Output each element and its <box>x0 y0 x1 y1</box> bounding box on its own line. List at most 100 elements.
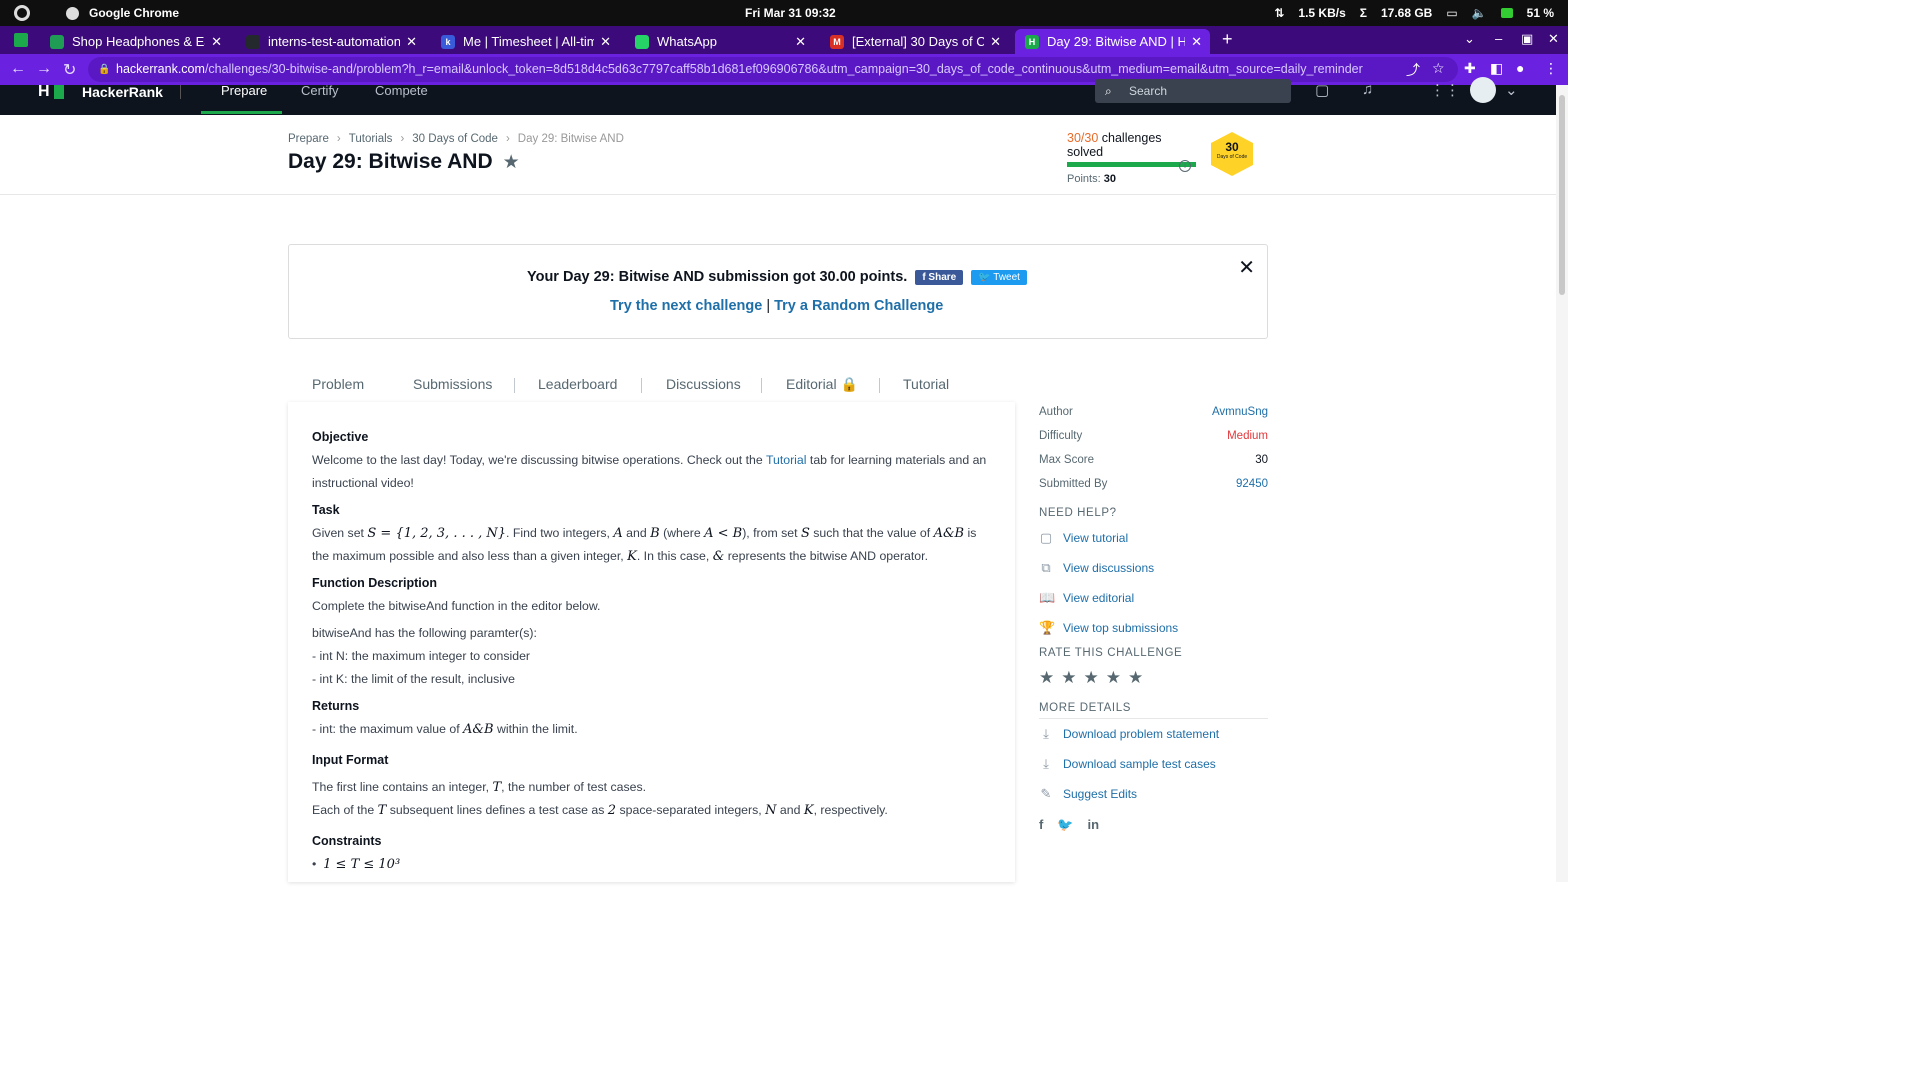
tab-close-icon[interactable]: ✕ <box>211 34 222 50</box>
input-2a: Each of the <box>312 803 378 817</box>
banner-links: Try the next challenge | Try a Random Chal… <box>610 298 943 314</box>
points-value: 30 <box>1103 173 1116 185</box>
messages-icon[interactable]: ▢ <box>1315 81 1329 99</box>
next-challenge-link[interactable]: Try the next challenge <box>610 298 762 314</box>
facebook-share-button[interactable]: f Share <box>915 269 964 285</box>
info-icon[interactable]: i <box>1179 160 1191 172</box>
breadcrumb-tutorials[interactable]: Tutorials <box>349 133 393 145</box>
notifications-icon[interactable]: ♫ <box>1362 81 1373 98</box>
view-editorial-link[interactable]: 📖 View editorial <box>1039 583 1268 613</box>
browser-tab[interactable]: k Me | Timesheet | All-times ✕ <box>431 29 619 54</box>
scrollbar-thumb[interactable] <box>1559 95 1565 295</box>
browser-tab[interactable]: WhatsApp ✕ <box>625 29 814 54</box>
apps-grid-icon[interactable]: ⋮⋮ <box>1430 81 1460 99</box>
tab-discussions[interactable]: Discussions <box>666 376 741 392</box>
tab-close-icon[interactable]: ✕ <box>600 34 611 50</box>
back-icon[interactable]: ← <box>10 60 26 78</box>
star-icon[interactable]: ★ <box>1128 668 1143 688</box>
tab-close-icon[interactable]: ✕ <box>1191 34 1202 50</box>
sheets-pinned-icon[interactable] <box>14 33 28 47</box>
tab-close-icon[interactable]: ✕ <box>990 34 1001 50</box>
breadcrumb-prepare[interactable]: Prepare <box>288 133 329 145</box>
menu-icon[interactable]: ⋮ <box>1544 60 1558 77</box>
browser-tab[interactable]: Shop Headphones & Earb ✕ <box>40 29 230 54</box>
maximize-button[interactable]: ▣ <box>1521 31 1533 47</box>
reload-icon[interactable]: ↻ <box>63 60 76 80</box>
activities-icon[interactable] <box>14 5 30 21</box>
bookmark-star-icon[interactable]: ☆ <box>1432 60 1445 77</box>
difficulty-row: Difficulty Medium <box>1039 426 1268 450</box>
submitted-by-row: Submitted By 92450 <box>1039 474 1268 498</box>
star-icon[interactable]: ★ <box>1106 668 1121 688</box>
tab-leaderboard[interactable]: Leaderboard <box>538 376 617 392</box>
profile-icon[interactable]: ● <box>1516 60 1524 76</box>
search-input[interactable]: ⌕ Search <box>1095 79 1291 103</box>
returns-heading: Returns <box>312 699 360 713</box>
suggest-edits-link[interactable]: ✎ Suggest Edits <box>1039 779 1268 809</box>
input-line-2: Each of the T subsequent lines defines a… <box>312 799 992 822</box>
search-icon: ⌕ <box>1105 84 1112 98</box>
tab-favicon-icon: k <box>441 34 455 49</box>
returns-text: - int: the maximum value of A&B within t… <box>312 718 992 741</box>
tab-close-icon[interactable]: ✕ <box>795 34 806 50</box>
author-link[interactable]: AvmnuSng <box>1212 402 1268 426</box>
math-constraint-1: 1 ≤ T ≤ 10³ <box>323 857 401 872</box>
download-statement-link[interactable]: ⤓ Download problem statement <box>1039 719 1268 749</box>
function-param-n: - int N: the maximum integer to consider <box>312 649 531 663</box>
tab-search-icon[interactable]: ⌄ <box>1464 31 1475 47</box>
task-text-2: . Find two integers, <box>506 526 614 540</box>
hackerrank-logo[interactable]: H HackerRank <box>38 84 163 101</box>
problem-content: Objective Welcome to the last day! Today… <box>312 422 992 876</box>
star-icon[interactable]: ★ <box>1061 668 1076 688</box>
bookmark-star-icon[interactable]: ★ <box>503 151 520 174</box>
share-icon[interactable]: ⤴ <box>1406 60 1420 80</box>
side-panel-icon[interactable]: ◧ <box>1490 60 1503 77</box>
suggest-edits-label: Suggest Edits <box>1063 787 1138 801</box>
breadcrumb-30-days[interactable]: 30 Days of Code <box>412 133 498 145</box>
download-icon: ⤓ <box>1043 726 1049 741</box>
page-scrollbar[interactable] <box>1556 85 1568 882</box>
twitter-icon[interactable]: 🐦 <box>1057 817 1073 833</box>
function-param-k: - int K: the limit of the result, inclus… <box>312 672 515 686</box>
tab-editorial[interactable]: Editorial 🔒 <box>786 376 858 393</box>
os-top-bar: Google Chrome Fri Mar 31 09:32 ⇅ 1.5 KB/… <box>0 0 1568 26</box>
pencil-icon: ✎ <box>1040 786 1052 801</box>
tab-close-icon[interactable]: ✕ <box>406 34 417 50</box>
nav-certify[interactable]: Certify <box>301 83 339 98</box>
task-heading: Task <box>312 503 340 517</box>
view-tutorial-link[interactable]: ▢ View tutorial <box>1039 523 1268 553</box>
submitted-by-link[interactable]: 92450 <box>1236 474 1268 498</box>
forward-icon[interactable]: → <box>36 60 52 78</box>
new-tab-button[interactable]: + <box>1222 29 1233 50</box>
star-icon[interactable]: ★ <box>1039 668 1054 688</box>
avatar[interactable] <box>1470 77 1496 103</box>
star-icon[interactable]: ★ <box>1084 668 1099 688</box>
linkedin-icon[interactable]: in <box>1088 817 1100 833</box>
view-discussions-link[interactable]: ⧉ View discussions <box>1039 553 1268 583</box>
os-clock[interactable]: Fri Mar 31 09:32 <box>745 6 836 20</box>
close-icon[interactable]: ✕ <box>1238 255 1255 280</box>
os-status-area[interactable]: ⇅ 1.5 KB/s Σ 17.68 GB ▭ 🔈 51 % <box>1274 6 1554 20</box>
view-top-submissions-link[interactable]: 🏆 View top submissions <box>1039 613 1268 643</box>
lock-icon[interactable]: 🔒 <box>98 57 110 82</box>
browser-tab[interactable]: M [External] 30 Days of Code ✕ <box>820 29 1009 54</box>
minimize-button[interactable]: – <box>1495 31 1502 46</box>
share-label: Share <box>928 271 957 283</box>
browser-tab[interactable]: H Day 29: Bitwise AND | Hac ✕ <box>1015 29 1210 54</box>
days-of-code-badge[interactable]: 30 Days of Code <box>1211 132 1253 176</box>
download-samples-link[interactable]: ⤓ Download sample test cases <box>1039 749 1268 779</box>
tab-problem[interactable]: Problem <box>312 376 364 392</box>
close-window-button[interactable]: ✕ <box>1548 31 1559 47</box>
tab-submissions[interactable]: Submissions <box>413 376 492 392</box>
random-challenge-link[interactable]: Try a Random Challenge <box>774 298 943 314</box>
tutorial-link[interactable]: Tutorial <box>766 453 807 467</box>
chevron-down-icon[interactable]: ⌄ <box>1505 81 1518 99</box>
tab-tutorial[interactable]: Tutorial <box>903 376 949 392</box>
tweet-button[interactable]: 🐦 Tweet <box>971 269 1027 285</box>
facebook-icon[interactable]: f <box>1039 817 1043 833</box>
extensions-icon[interactable]: ✚ <box>1464 60 1476 77</box>
nav-compete[interactable]: Compete <box>375 83 428 98</box>
nav-prepare[interactable]: Prepare <box>221 83 267 98</box>
browser-tab[interactable]: interns-test-automation- ✕ <box>236 29 425 54</box>
math-amp: & <box>712 549 725 564</box>
